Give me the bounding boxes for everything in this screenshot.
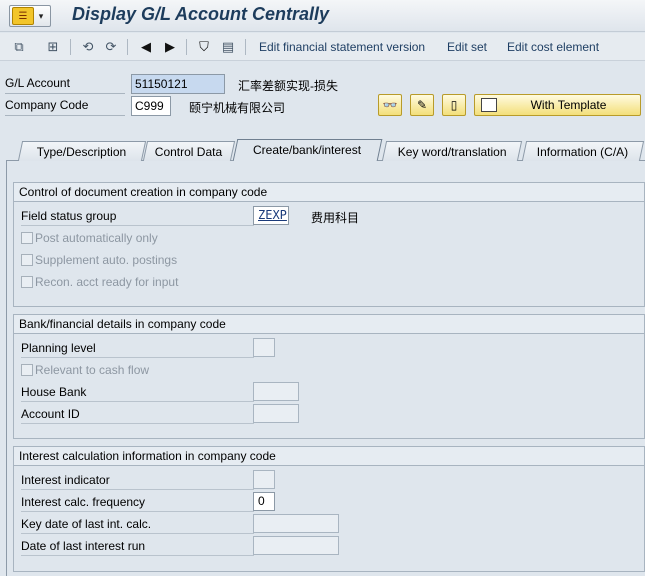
house-bank-label: House Bank — [21, 385, 87, 399]
hierarchy-icon[interactable]: ⊞ — [43, 37, 63, 57]
gl-account-input[interactable]: 51150121 — [131, 74, 225, 94]
divider — [21, 357, 254, 358]
tab-keyword-translation[interactable]: Key word/translation — [381, 141, 523, 161]
key-date-last-calc-input[interactable] — [253, 514, 339, 533]
date-last-interest-run-input[interactable] — [253, 536, 339, 555]
edit-button[interactable]: ✎ — [410, 94, 434, 116]
edit-cost-element-button[interactable]: Edit cost element — [507, 40, 599, 54]
sap-menu-icon: ☰ — [12, 7, 34, 25]
toolbar-separator — [186, 39, 187, 55]
divider — [21, 225, 254, 226]
group-title: Bank/financial details in company code — [14, 315, 644, 334]
recon-account-input-checkbox[interactable]: Recon. acct ready for input — [21, 275, 178, 289]
gl-account-description: 汇率差额实现-损失 — [238, 79, 338, 93]
interest-indicator-input[interactable] — [253, 470, 275, 489]
divider — [21, 489, 254, 490]
divider — [21, 511, 254, 512]
field-status-group-description: 费用科目 — [311, 211, 360, 225]
toolbar-separator — [70, 39, 71, 55]
document-creation-group: Control of document creation in company … — [13, 182, 645, 307]
divider — [21, 555, 254, 556]
field-status-group-input[interactable]: ZEXP — [253, 206, 289, 225]
checkbox-box — [21, 254, 33, 266]
tab-information-ca[interactable]: Information (C/A) — [521, 141, 645, 161]
interest-indicator-label: Interest indicator — [21, 473, 110, 487]
divider — [21, 423, 254, 424]
create-button[interactable]: ▯ — [442, 94, 466, 116]
display-change-button[interactable]: 👓 — [378, 94, 402, 116]
account-id-label: Account ID — [21, 407, 80, 421]
next-object-icon[interactable]: ⟳ — [101, 37, 121, 57]
with-template-button[interactable]: With Template — [474, 94, 641, 116]
field-status-group-label: Field status group — [21, 209, 117, 223]
title-bar: ☰ ▾ Display G/L Account Centrally — [0, 0, 645, 32]
glasses-icon: 👓 — [382, 98, 398, 112]
checkbox-box — [21, 364, 33, 376]
checkbox-box — [21, 232, 33, 244]
blank-page-icon — [481, 98, 497, 112]
divider — [21, 533, 254, 534]
interest-frequency-label: Interest calc. frequency — [21, 495, 146, 509]
with-template-label: With Template — [530, 98, 607, 112]
back-arrow-icon[interactable]: ◀ — [136, 37, 156, 57]
edit-set-button[interactable]: Edit set — [447, 40, 487, 54]
chevron-down-icon: ▾ — [38, 10, 44, 21]
tab-type-description[interactable]: Type/Description — [17, 141, 147, 161]
page-title: Display G/L Account Centrally — [72, 4, 330, 24]
account-id-input[interactable] — [253, 404, 299, 423]
divider — [21, 401, 254, 402]
gl-account-label: G/L Account — [5, 76, 125, 94]
filter-icon[interactable]: ⛉ — [194, 37, 214, 57]
tab-control-data[interactable]: Control Data — [142, 141, 236, 161]
document-icon[interactable]: ▤ — [218, 37, 238, 57]
toolbar-separator — [245, 39, 246, 55]
system-menu-button[interactable]: ☰ ▾ — [9, 5, 51, 27]
supplement-postings-checkbox[interactable]: Supplement auto. postings — [21, 253, 177, 267]
tab-create-bank-interest[interactable]: Create/bank/interest — [232, 139, 383, 161]
edit-financial-statement-version-button[interactable]: Edit financial statement version — [259, 40, 425, 54]
company-code-description: 颐宁机械有限公司 — [189, 101, 286, 115]
key-date-last-calc-label: Key date of last int. calc. — [21, 517, 152, 531]
company-code-label: Company Code — [5, 98, 125, 116]
toolbar-separator — [127, 39, 128, 55]
checkbox-box — [21, 276, 33, 288]
forward-arrow-icon[interactable]: ▶ — [160, 37, 180, 57]
previous-object-icon[interactable]: ⟲ — [78, 37, 98, 57]
group-title: Interest calculation information in comp… — [14, 447, 644, 466]
group-title: Control of document creation in company … — [14, 183, 644, 202]
planning-level-input[interactable] — [253, 338, 275, 357]
post-automatically-checkbox[interactable]: Post automatically only — [21, 231, 158, 245]
pencil-icon: ✎ — [416, 98, 428, 112]
interest-calculation-group: Interest calculation information in comp… — [13, 446, 645, 572]
bank-details-group: Bank/financial details in company code P… — [13, 314, 645, 439]
application-toolbar: ⧉ ⊞ ⟲ ⟳ ◀ ▶ ⛉ ▤ Edit financial statement… — [0, 33, 645, 61]
interest-frequency-input[interactable]: 0 — [253, 492, 275, 511]
date-last-interest-run-label: Date of last interest run — [21, 539, 146, 553]
relevant-cash-flow-checkbox[interactable]: Relevant to cash flow — [21, 363, 149, 377]
house-bank-input[interactable] — [253, 382, 299, 401]
company-code-input[interactable]: C999 — [131, 96, 171, 116]
blank-page-icon: ▯ — [450, 98, 458, 112]
planning-level-label: Planning level — [21, 341, 96, 355]
other-object-icon[interactable]: ⧉ — [9, 37, 29, 57]
